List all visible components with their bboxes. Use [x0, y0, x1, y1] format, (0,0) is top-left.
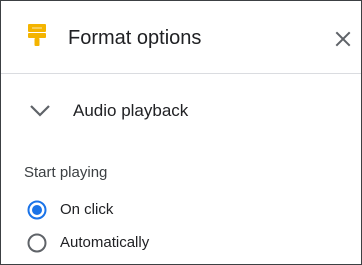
format-options-panel: Format options Audio playback Start play… — [0, 0, 362, 265]
radio-unselected-icon[interactable] — [27, 233, 47, 253]
radio-automatically[interactable]: Automatically — [25, 230, 345, 256]
radio-label-automatically: Automatically — [60, 234, 150, 251]
start-playing-label: Start playing — [24, 164, 108, 181]
radio-on-click[interactable]: On click — [25, 197, 345, 223]
paint-roller-icon — [28, 24, 46, 46]
close-icon[interactable] — [332, 28, 354, 50]
section-title: Audio playback — [73, 101, 189, 120]
chevron-down-icon — [30, 105, 50, 117]
panel-title: Format options — [68, 27, 202, 49]
panel-header: Format options — [1, 1, 361, 74]
audio-playback-section-toggle[interactable]: Audio playback — [1, 87, 361, 135]
radio-selected-icon[interactable] — [27, 200, 47, 220]
radio-label-on-click: On click — [60, 201, 114, 218]
